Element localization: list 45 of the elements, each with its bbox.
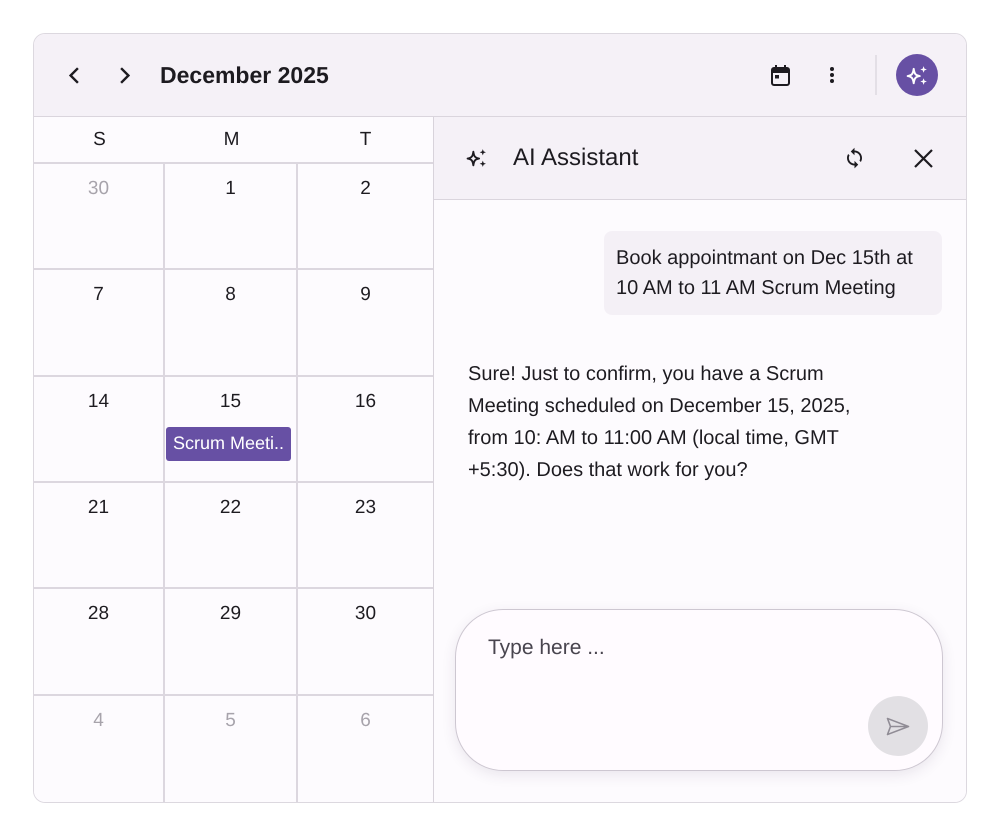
day-cell[interactable]: 8 xyxy=(165,270,298,377)
day-number: 1 xyxy=(225,177,236,201)
day-number: 2 xyxy=(360,177,371,201)
weekday-label: S xyxy=(34,117,165,164)
day-cell[interactable]: 15 Scrum Meeti.. xyxy=(165,376,298,483)
month-title: December 2025 xyxy=(160,62,329,88)
day-number: 23 xyxy=(354,496,376,520)
day-number: 8 xyxy=(225,283,236,308)
refresh-icon xyxy=(846,147,862,169)
day-cell[interactable]: 7 xyxy=(34,270,165,377)
day-number: 21 xyxy=(88,496,110,520)
day-number: 6 xyxy=(360,708,371,733)
day-number: 16 xyxy=(354,390,376,414)
day-number: 29 xyxy=(220,602,242,626)
day-number: 14 xyxy=(88,390,110,414)
day-number: 30 xyxy=(354,602,376,626)
weekday-label: M xyxy=(165,117,298,164)
day-cell[interactable]: 21 xyxy=(34,483,165,590)
day-number: 4 xyxy=(93,708,104,733)
chevron-right-icon xyxy=(120,66,130,84)
day-cell[interactable]: 28 xyxy=(34,589,165,696)
day-number: 22 xyxy=(220,496,242,520)
user-message: Book appointmant on Dec 15th at 10 AM to 11 AM Scrum Meeting xyxy=(604,231,942,315)
day-number: 5 xyxy=(225,708,236,733)
chevron-left-icon xyxy=(69,66,79,84)
close-icon xyxy=(914,148,932,168)
day-number: 9 xyxy=(360,283,371,308)
day-number: 15 xyxy=(220,390,242,414)
day-number: 28 xyxy=(88,602,110,626)
event-chip[interactable]: Scrum Meeti.. xyxy=(166,426,291,461)
calendar-icon xyxy=(770,64,790,86)
day-cell[interactable]: 29 xyxy=(165,589,298,696)
day-cell[interactable]: 1 xyxy=(165,164,298,270)
send-icon xyxy=(886,716,910,736)
message-input[interactable]: Type here ... xyxy=(455,609,943,771)
ai-assistant-button[interactable] xyxy=(896,54,938,96)
day-cell[interactable]: 22 xyxy=(165,483,298,590)
day-number: 30 xyxy=(88,177,110,201)
more-vertical-icon xyxy=(830,67,834,83)
panel-title: AI Assistant xyxy=(513,144,638,172)
day-number: 7 xyxy=(93,283,104,308)
sparkle-icon xyxy=(466,148,487,168)
day-cell[interactable]: 14 xyxy=(34,376,165,483)
assistant-message: Sure! Just to confirm, you have a Scrum Meeting scheduled on December 15, 2025, from 10: AM to 11:00 AM (local time, GMT +5:30). Does that work for you? xyxy=(468,362,852,483)
sparkle-icon xyxy=(906,64,928,86)
